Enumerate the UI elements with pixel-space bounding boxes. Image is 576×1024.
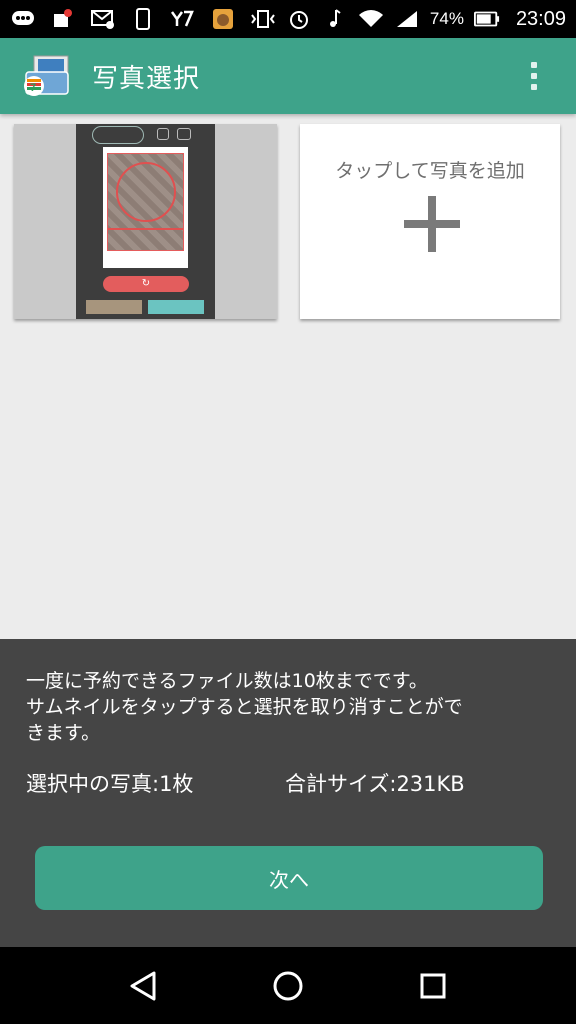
selected-photo-thumbnail[interactable]: ↻ [14, 124, 277, 319]
app-bar: 7 写真選択 [0, 38, 576, 114]
overflow-menu-icon[interactable] [528, 58, 540, 94]
add-photo-label: タップして写真を追加 [335, 160, 525, 182]
wifi-icon [358, 8, 384, 30]
battery-icon [473, 8, 500, 30]
info-text-line3: きます。 [26, 722, 101, 744]
thumbnail-image: ↻ [76, 124, 215, 319]
status-bar: 74% 23:09 [0, 0, 576, 38]
back-icon[interactable] [123, 966, 163, 1006]
alarm-icon [286, 8, 312, 30]
vibrate-icon [250, 8, 276, 30]
phone-icon [130, 8, 156, 30]
bear-app-icon [210, 8, 236, 30]
signal-icon [394, 8, 420, 30]
recents-icon[interactable] [413, 966, 453, 1006]
chat-icon [10, 8, 36, 30]
info-text-line1: 一度に予約できるファイル数は10枚までです。 [26, 670, 428, 692]
svg-text:7: 7 [30, 82, 36, 94]
selected-count: 選択中の写真:1枚 [26, 772, 194, 796]
page-title: 写真選択 [92, 63, 201, 94]
info-text-line2: サムネイルをタップすると選択を取り消すことがで [26, 696, 463, 718]
battery-percent: 74% [429, 9, 464, 28]
mail-icon [90, 8, 116, 30]
add-photo-card[interactable]: タップして写真を追加 [300, 124, 560, 319]
home-icon[interactable] [268, 966, 308, 1006]
music-icon [322, 8, 348, 30]
app-logo-icon: 7 [20, 50, 72, 102]
yahoo-icon [170, 8, 196, 30]
total-size: 合計サイズ:231KB [285, 772, 465, 796]
next-button[interactable]: 次へ [35, 846, 543, 910]
notification-app-icon [50, 8, 76, 30]
navigation-bar [0, 947, 576, 1024]
clock: 23:09 [515, 7, 566, 30]
